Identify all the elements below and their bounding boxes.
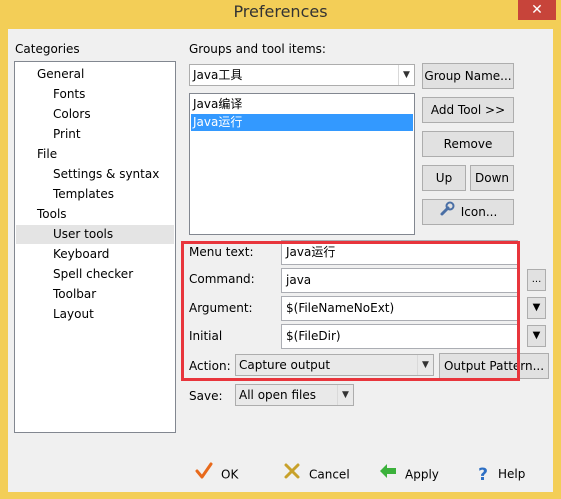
argument-field[interactable]: $(FileNameNoExt) [281, 296, 518, 321]
cancel-label: Cancel [309, 467, 350, 482]
tree-item-keyboard[interactable]: Keyboard [53, 245, 109, 264]
groups-label: Groups and tool items: [189, 42, 326, 56]
initial-label: Initial [189, 329, 223, 343]
tree-item-spell-checker[interactable]: Spell checker [53, 265, 133, 284]
command-browse-button[interactable]: ... [527, 269, 546, 291]
action-label: Action: [189, 359, 231, 373]
add-tool-button[interactable]: Add Tool >> [422, 97, 514, 123]
output-pattern-button[interactable]: Output Pattern... [439, 353, 549, 379]
save-select[interactable]: All open files ▼ [235, 384, 354, 406]
cancel-x-icon [283, 462, 301, 488]
initial-field[interactable]: $(FileDir) [281, 324, 518, 349]
menu-text-field[interactable]: Java运行 [281, 240, 518, 265]
apply-button[interactable]: Apply [379, 462, 439, 486]
icon-button[interactable]: Icon... [422, 199, 514, 225]
tree-item-user-tools[interactable]: User tools [16, 225, 174, 244]
help-label: Help [498, 467, 526, 481]
tree-item-fonts[interactable]: Fonts [53, 85, 85, 104]
icon-button-label: Icon... [460, 205, 498, 219]
down-button[interactable]: Down [470, 165, 514, 191]
menu-text-label: Menu text: [189, 245, 254, 259]
tree-item-tools[interactable]: Tools [37, 205, 67, 224]
tree-item-toolbar[interactable]: Toolbar [53, 285, 96, 304]
initial-dropdown-button[interactable]: ▼ [527, 325, 546, 347]
tool-items-list[interactable]: Java编译 Java运行 [189, 93, 415, 235]
wrench-icon [439, 201, 455, 225]
help-button[interactable]: ? Help [476, 462, 525, 486]
ok-button[interactable]: OK [195, 462, 238, 486]
chevron-down-icon: ▼ [417, 355, 433, 375]
categories-tree[interactable]: General Fonts Colors Print File Settings… [14, 61, 176, 433]
arrow-left-icon [379, 462, 397, 488]
preferences-window: Preferences ✕ Categories General Fonts C… [0, 0, 561, 499]
action-select-value: Capture output [239, 358, 331, 372]
close-button[interactable]: ✕ [518, 0, 556, 20]
triangle-down-icon: ▼ [532, 330, 541, 341]
tree-item-colors[interactable]: Colors [53, 105, 91, 124]
window-border-right [553, 29, 561, 499]
argument-label: Argument: [189, 301, 253, 315]
question-mark-icon: ? [478, 464, 488, 485]
window-border-left [0, 29, 8, 499]
title-bar[interactable]: Preferences ✕ [0, 0, 561, 29]
chevron-down-icon: ▼ [398, 65, 414, 85]
tree-item-layout[interactable]: Layout [53, 305, 94, 324]
remove-button[interactable]: Remove [422, 131, 514, 157]
checkmark-icon [195, 462, 213, 488]
ok-label: OK [221, 467, 239, 482]
action-select[interactable]: Capture output ▼ [235, 354, 434, 376]
apply-label: Apply [405, 467, 439, 482]
window-title: Preferences [233, 2, 328, 21]
argument-dropdown-button[interactable]: ▼ [527, 297, 546, 319]
up-button[interactable]: Up [422, 165, 466, 191]
group-name-button[interactable]: Group Name... [422, 63, 514, 89]
list-item-selected[interactable]: Java运行 [191, 114, 413, 131]
command-field[interactable]: java [281, 268, 518, 293]
tree-item-general[interactable]: General [37, 65, 84, 84]
triangle-down-icon: ▼ [532, 302, 541, 313]
group-select[interactable]: Java工具 ▼ [189, 64, 415, 86]
save-label: Save: [189, 389, 223, 403]
list-item[interactable]: Java编译 [191, 96, 413, 113]
tree-item-print[interactable]: Print [53, 125, 81, 144]
categories-label: Categories [15, 42, 80, 56]
chevron-down-icon: ▼ [337, 385, 353, 405]
save-select-value: All open files [239, 388, 316, 402]
group-select-value: Java工具 [193, 68, 243, 82]
window-border-bottom [0, 492, 561, 499]
tree-item-file[interactable]: File [37, 145, 57, 164]
command-label: Command: [189, 272, 255, 286]
tree-item-settings-syntax[interactable]: Settings & syntax [53, 165, 159, 184]
cancel-button[interactable]: Cancel [283, 462, 350, 486]
tree-item-templates[interactable]: Templates [53, 185, 114, 204]
